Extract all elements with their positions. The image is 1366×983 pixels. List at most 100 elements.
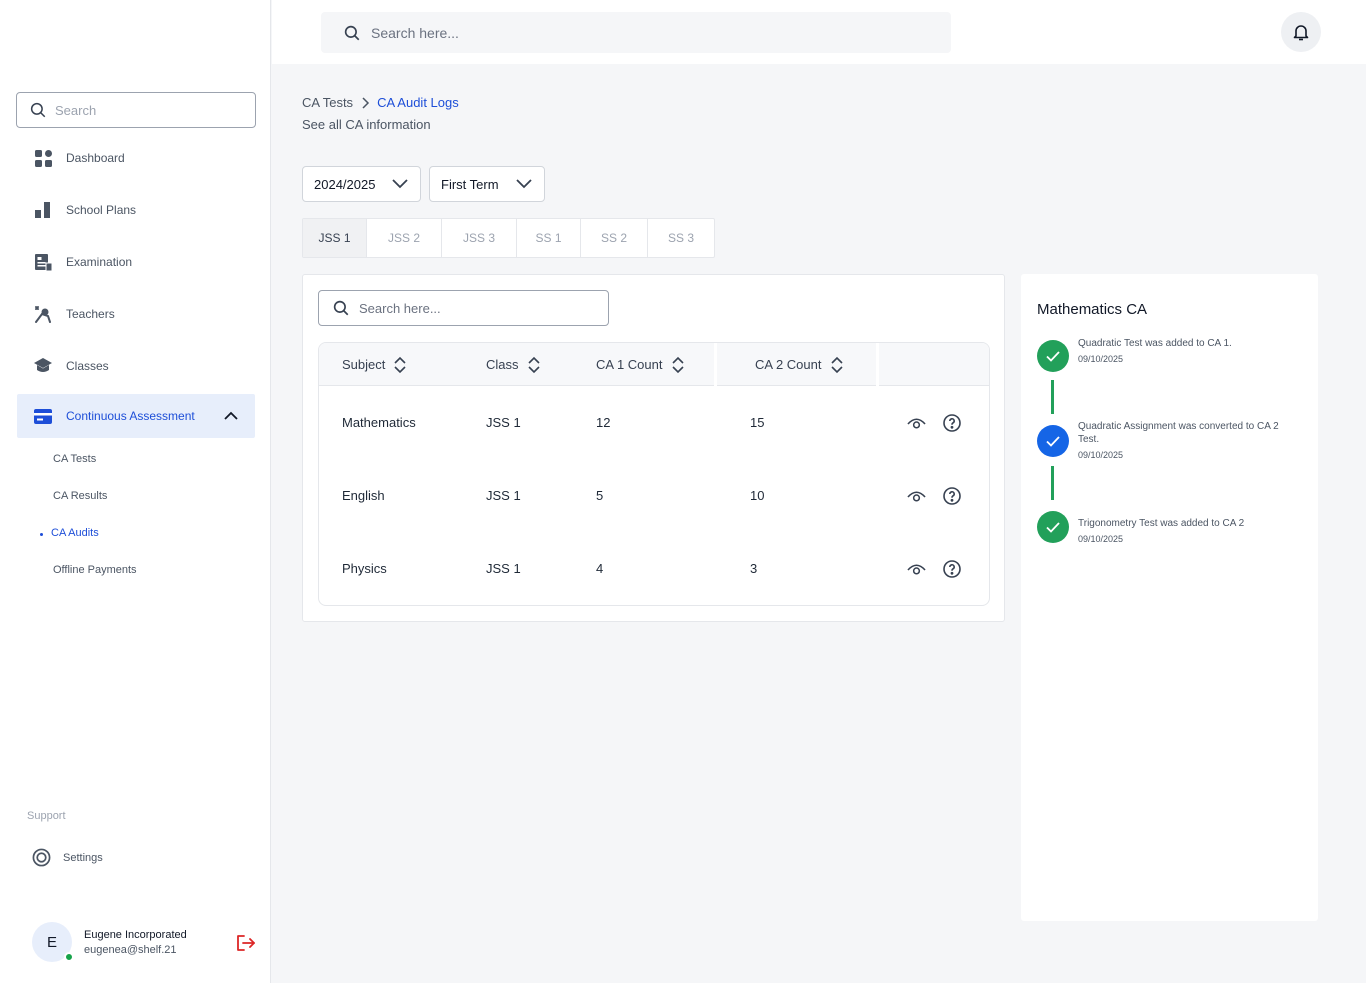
submenu-item-ca-results[interactable]: CA Results	[53, 490, 107, 502]
column-header-ca2[interactable]: CA 2 Count	[755, 343, 844, 386]
submenu-item-offline-payments[interactable]: Offline Payments	[53, 564, 137, 576]
sidebar-item-school-plans[interactable]: School Plans	[17, 184, 255, 236]
breadcrumb: CA Tests CA Audit Logs	[302, 95, 459, 110]
term-select[interactable]: First Term	[429, 166, 545, 202]
cell-ca2-count: 3	[750, 561, 758, 576]
user-profile[interactable]: E Eugene Incorporated eugenea@shelf.21	[32, 922, 187, 962]
audit-log-panel: Mathematics CA Quadratic Test was added …	[1021, 274, 1318, 921]
sidebar-item-label: Classes	[66, 359, 109, 373]
search-icon	[30, 102, 46, 118]
cell-class: JSS 1	[486, 488, 521, 503]
support-heading: Support	[27, 810, 66, 822]
sort-icon	[394, 356, 406, 373]
sidebar-item-examination[interactable]: Examination	[17, 236, 255, 288]
table-row: Mathematics JSS 1 12 15	[319, 386, 989, 459]
session-select[interactable]: 2024/2025	[302, 166, 421, 202]
sidebar-item-teachers[interactable]: Teachers	[17, 288, 255, 340]
event-date: 09/10/2025	[1078, 354, 1124, 364]
sort-icon	[671, 356, 684, 373]
timeline-event: Trigonometry Test was added to CA 2 09/1…	[1078, 517, 1300, 546]
chevron-up-icon[interactable]	[223, 408, 239, 427]
chevron-right-icon	[362, 96, 370, 109]
sidebar: Search Dashboard School Plans Examinatio…	[0, 0, 271, 983]
sidebar-nav: Dashboard School Plans Examination Teach…	[17, 132, 255, 438]
chevron-down-icon	[516, 179, 532, 189]
sort-icon	[527, 356, 540, 373]
tab-ss-1[interactable]: SS 1	[517, 219, 581, 257]
term-value: First Term	[441, 176, 499, 192]
class-tabs: JSS 1 JSS 2 JSS 3 SS 1 SS 2 SS 3	[302, 218, 715, 258]
grid-icon	[34, 149, 52, 167]
active-dot	[40, 533, 43, 536]
sidebar-item-continuous-assessment[interactable]: Continuous Assessment	[17, 394, 255, 438]
search-icon	[344, 25, 360, 40]
cell-ca2-count: 10	[750, 488, 765, 503]
timeline-event: Quadratic Test was added to CA 1. 09/10/…	[1078, 337, 1300, 366]
column-header-subject[interactable]: Subject	[342, 343, 407, 386]
timeline-event: Quadratic Assignment was converted to CA…	[1078, 420, 1300, 462]
page-subtitle: See all CA information	[302, 117, 431, 132]
global-search-input[interactable]: Search here...	[321, 12, 951, 53]
search-icon	[333, 300, 349, 316]
sidebar-item-label: School Plans	[66, 203, 137, 217]
notifications-button[interactable]	[1281, 12, 1321, 52]
help-question-icon[interactable]	[942, 413, 962, 433]
column-label: CA 2 Count	[755, 357, 822, 372]
graduation-cap-icon	[34, 357, 52, 375]
help-question-icon[interactable]	[942, 486, 962, 506]
sidebar-item-classes[interactable]: Classes	[17, 340, 255, 392]
timeline-connector	[1051, 466, 1054, 500]
event-text: Quadratic Test was added to CA 1.	[1078, 338, 1232, 349]
tab-jss-3[interactable]: JSS 3	[442, 219, 517, 257]
sidebar-item-label: Dashboard	[66, 151, 125, 165]
tab-jss-2[interactable]: JSS 2	[367, 219, 442, 257]
event-text: Quadratic Assignment was converted to CA…	[1078, 421, 1279, 445]
submenu-item-ca-audits[interactable]: CA Audits	[51, 527, 99, 539]
view-eye-icon[interactable]	[906, 559, 926, 579]
table-search-placeholder: Search here...	[359, 300, 441, 316]
cell-subject: English	[342, 488, 385, 503]
document-icon	[34, 253, 52, 271]
sidebar-item-label: Examination	[66, 255, 133, 269]
sidebar-item-label: Teachers	[66, 307, 115, 321]
column-header-class[interactable]: Class	[486, 343, 541, 386]
table-row: Physics JSS 1 4 3	[319, 532, 989, 605]
event-date: 09/10/2025	[1078, 534, 1124, 544]
sidebar-search-input[interactable]: Search	[16, 92, 256, 128]
logout-icon[interactable]	[236, 934, 256, 957]
settings-link[interactable]: Settings	[32, 848, 103, 867]
teacher-icon	[34, 305, 52, 323]
chevron-down-icon	[392, 179, 408, 189]
cell-subject: Mathematics	[342, 415, 416, 430]
card-icon	[34, 407, 52, 425]
column-label: Class	[486, 357, 519, 372]
online-status-dot	[64, 952, 74, 962]
column-header-ca1[interactable]: CA 1 Count	[596, 343, 685, 386]
column-separator	[714, 343, 717, 386]
view-eye-icon[interactable]	[906, 413, 926, 433]
avatar-initial: E	[46, 933, 57, 951]
user-name: Eugene Incorporated	[84, 928, 187, 941]
cell-subject: Physics	[342, 561, 387, 576]
table-search-input[interactable]: Search here...	[318, 290, 609, 326]
timeline-connector	[1051, 380, 1054, 414]
event-date: 09/10/2025	[1078, 450, 1124, 460]
cell-ca1-count: 5	[596, 488, 604, 503]
cell-ca1-count: 4	[596, 561, 604, 576]
tab-ss-2[interactable]: SS 2	[581, 219, 648, 257]
view-eye-icon[interactable]	[906, 486, 926, 506]
avatar: E	[32, 922, 74, 962]
tab-jss-1[interactable]: JSS 1	[303, 219, 367, 257]
check-circle-icon	[1037, 511, 1069, 543]
submenu-item-ca-tests[interactable]: CA Tests	[53, 453, 96, 465]
breadcrumb-parent[interactable]: CA Tests	[302, 95, 353, 110]
sidebar-search-placeholder: Search	[55, 102, 97, 118]
check-circle-icon	[1037, 340, 1069, 372]
cell-class: JSS 1	[486, 561, 521, 576]
tab-ss-3[interactable]: SS 3	[648, 219, 714, 257]
help-question-icon[interactable]	[942, 559, 962, 579]
sidebar-item-label: Continuous Assessment	[66, 409, 195, 423]
sidebar-item-dashboard[interactable]: Dashboard	[17, 132, 255, 184]
column-separator	[876, 343, 879, 386]
bar-chart-icon	[34, 201, 52, 219]
